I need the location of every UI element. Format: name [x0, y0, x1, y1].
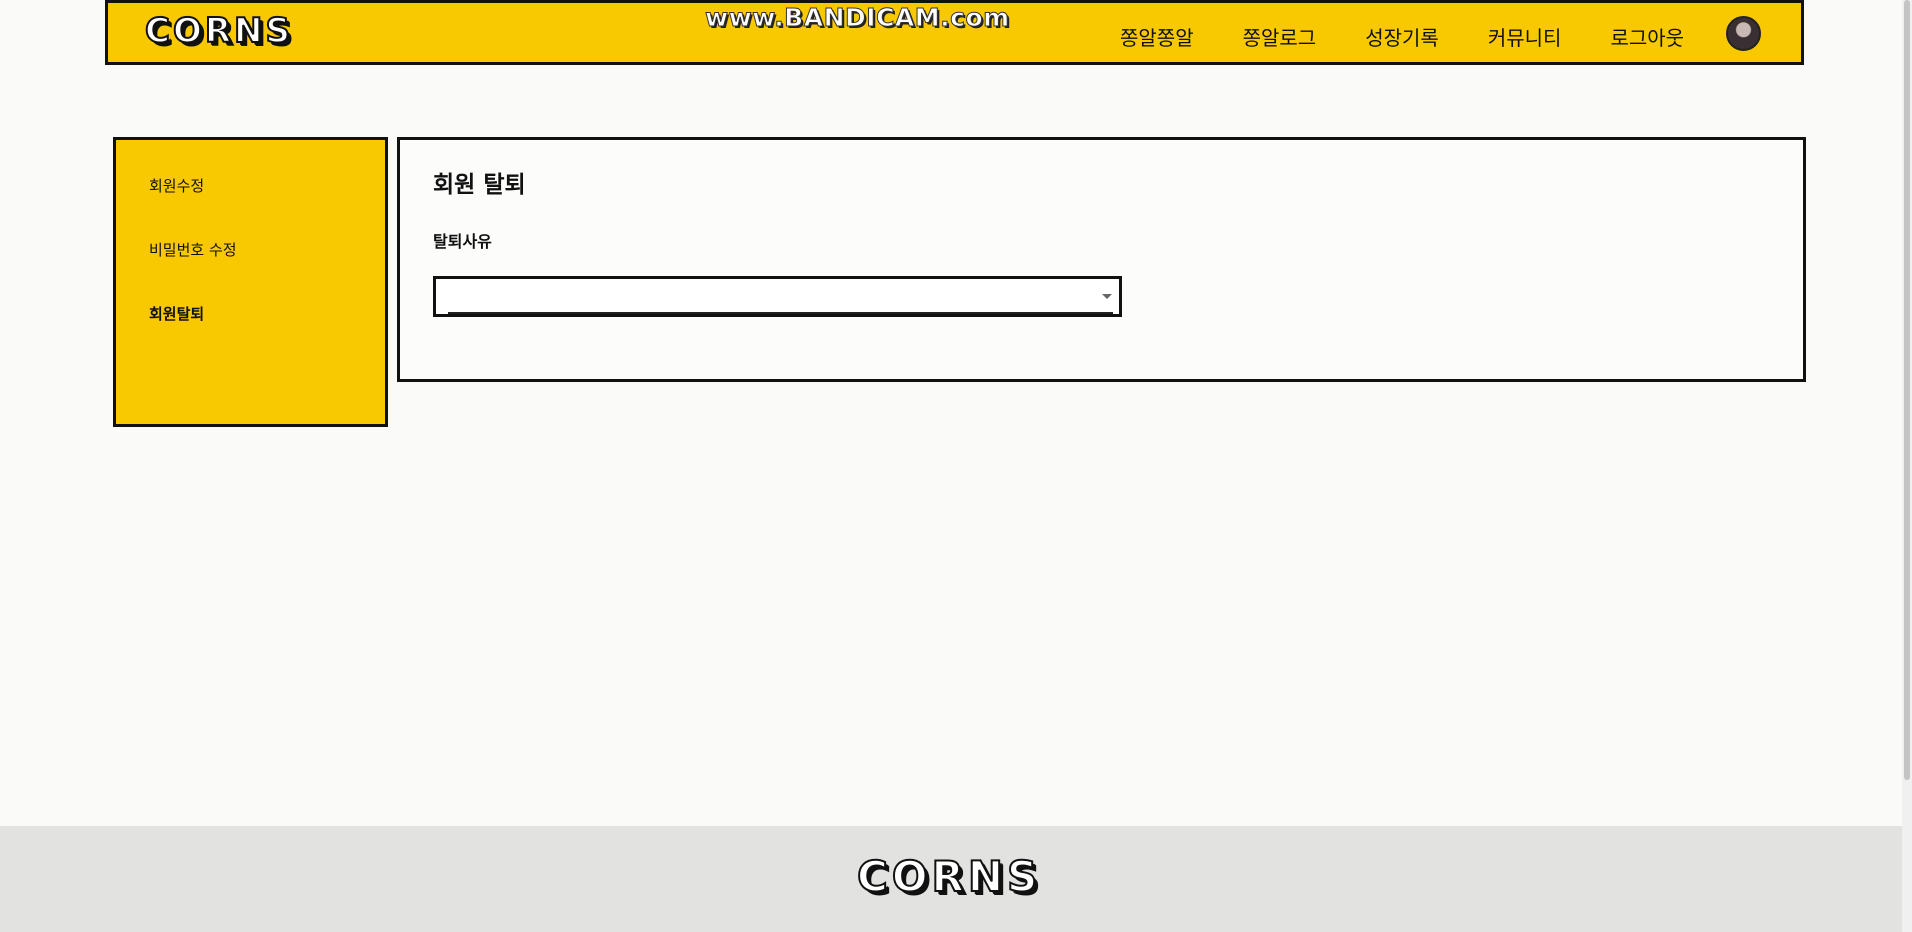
main-nav: 쫑알쫑알 쫑알로그 성장기록 커뮤니티 로그아웃	[1120, 3, 1684, 65]
recorder-watermark: www.BANDICAM.com	[705, 3, 1010, 33]
sidebar-item-change-password[interactable]: 비밀번호 수정	[149, 239, 237, 260]
select-underline	[448, 312, 1113, 314]
nav-item-jjongal[interactable]: 쫑알쫑알	[1120, 22, 1194, 51]
account-sidebar: 회원수정 비밀번호 수정 회원탈퇴	[113, 137, 388, 427]
reason-label: 탈퇴사유	[433, 232, 492, 251]
nav-item-community[interactable]: 커뮤니티	[1488, 22, 1562, 51]
sidebar-item-withdraw[interactable]: 회원탈퇴	[149, 303, 204, 324]
scrollbar-thumb[interactable]	[1904, 0, 1910, 780]
nav-item-jjongal-log[interactable]: 쫑알로그	[1243, 22, 1317, 51]
nav-item-logout[interactable]: 로그아웃	[1610, 22, 1684, 51]
page-title: 회원 탈퇴	[433, 172, 526, 198]
footer-logo: CORNS	[856, 851, 1042, 902]
reason-select[interactable]	[433, 276, 1122, 317]
page-scrollbar[interactable]	[1902, 0, 1912, 932]
withdraw-panel: 회원 탈퇴 탈퇴사유	[397, 137, 1806, 382]
caret-down-icon	[1102, 294, 1112, 299]
header-logo[interactable]: CORNS	[144, 10, 293, 52]
sidebar-item-edit-profile[interactable]: 회원수정	[149, 175, 204, 196]
user-avatar[interactable]	[1726, 16, 1761, 51]
nav-item-growth-record[interactable]: 성장기록	[1365, 22, 1439, 51]
footer: CORNS	[0, 826, 1902, 932]
